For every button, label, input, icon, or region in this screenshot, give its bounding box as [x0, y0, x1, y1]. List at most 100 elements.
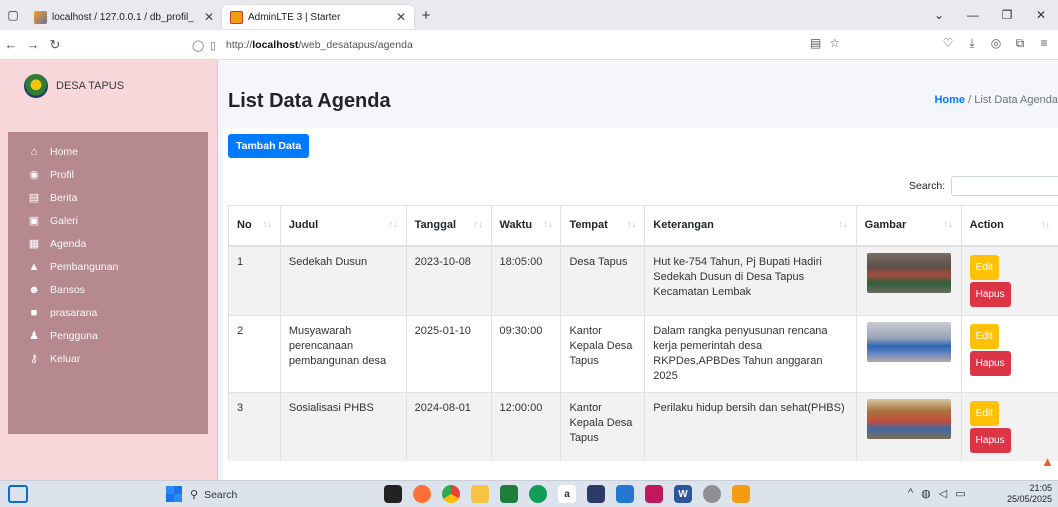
- column-header-waktu[interactable]: Waktu ↑↓: [490, 205, 561, 247]
- content-header: List Data Agenda Home / List Data Agenda: [218, 60, 1058, 126]
- content-wrapper: List Data Agenda Home / List Data Agenda…: [218, 60, 1058, 480]
- browser-tab-phpmyadmin[interactable]: localhost / 127.0.0.1 / db_profil_ ✕: [26, 5, 222, 29]
- forward-icon[interactable]: →: [22, 37, 44, 52]
- sidebar-item-agenda[interactable]: ▦ Agenda: [8, 232, 208, 255]
- edge-app-icon[interactable]: [529, 485, 547, 503]
- sidebar-item-label: Bansos: [50, 283, 86, 296]
- cell-action: Edit Hapus: [960, 245, 1058, 315]
- agenda-thumbnail: [866, 398, 951, 439]
- tab-label: localhost / 127.0.0.1 / db_profil_: [52, 11, 194, 23]
- column-header-action[interactable]: Action ↑↓: [960, 205, 1058, 247]
- menu-icon[interactable]: ≡: [1036, 36, 1052, 51]
- cell-action: Edit Hapus: [960, 391, 1058, 461]
- sidebar-item-pengguna[interactable]: ♟ Pengguna: [8, 324, 208, 347]
- cell-tempat: Kantor Kepala Desa Tapus: [560, 391, 645, 461]
- tray-chevron-icon[interactable]: ^: [908, 487, 913, 500]
- edit-button[interactable]: Edit: [969, 254, 999, 280]
- add-data-button[interactable]: Tambah Data: [228, 134, 310, 158]
- firefox-app-icon[interactable]: [413, 485, 431, 503]
- store-app-icon[interactable]: [500, 485, 518, 503]
- new-tab-icon[interactable]: +: [414, 7, 438, 24]
- extensions-icon[interactable]: ⧉: [1012, 36, 1028, 51]
- tab-list-chevron-icon[interactable]: ⌄: [922, 8, 956, 22]
- browser-tab-strip: ▢ localhost / 127.0.0.1 / db_profil_ ✕ A…: [0, 0, 1058, 30]
- edit-button[interactable]: Edit: [969, 323, 999, 349]
- adminlte-app-icon[interactable]: [732, 485, 750, 503]
- network-icon[interactable]: ◍: [921, 487, 931, 500]
- cell-action: Edit Hapus: [960, 314, 1058, 392]
- sort-icon: ↑↓: [943, 219, 953, 230]
- brand-link[interactable]: DESA TAPUS: [0, 60, 217, 126]
- agenda-card: Tambah Data Search: No ↑↓ Judul ↑↓ Tanggal…: [223, 128, 1058, 480]
- taskbar-search[interactable]: ⚲ Search: [190, 484, 370, 505]
- battery-icon[interactable]: ▭: [955, 487, 965, 500]
- breadcrumb: Home / List Data Agenda: [934, 94, 1058, 106]
- address-bar[interactable]: ◯ ▯ http://localhost/web_desatapus/agend…: [192, 33, 800, 57]
- breadcrumb-separator: /: [968, 94, 972, 106]
- edit-button[interactable]: Edit: [969, 400, 999, 426]
- browser-tab-adminlte[interactable]: AdminLTE 3 | Starter ✕: [222, 5, 414, 29]
- sidebar-item-keluar[interactable]: ⚷ Keluar: [8, 347, 208, 370]
- sidebar-item-bansos[interactable]: ☻ Bansos: [8, 278, 208, 301]
- sidebar-item-profil[interactable]: ◉ Profil: [8, 163, 208, 186]
- cell-waktu: 18:05:00: [490, 245, 561, 315]
- column-header-tempat[interactable]: Tempat ↑↓: [560, 205, 645, 247]
- tab-overview-icon[interactable]: ▢: [0, 0, 26, 30]
- windows-start-icon[interactable]: [166, 486, 182, 502]
- column-header-keterangan[interactable]: Keterangan ↑↓: [644, 205, 857, 247]
- calendar-icon: ▦: [28, 238, 40, 250]
- clock-date: 25/05/2025: [1006, 494, 1052, 504]
- column-header-no[interactable]: No ↑↓: [228, 205, 281, 247]
- restore-icon[interactable]: ❐: [990, 8, 1024, 22]
- cell-gambar: [855, 314, 962, 392]
- delete-button[interactable]: Hapus: [969, 427, 1011, 453]
- cell-gambar: [855, 245, 962, 315]
- sidebar-item-home[interactable]: ⌂ Home: [8, 140, 208, 163]
- sidebar-item-pembangunan[interactable]: ▲ Pembangunan: [8, 255, 208, 278]
- amazon-app-icon[interactable]: a: [558, 485, 576, 503]
- widgets-icon[interactable]: [8, 485, 28, 503]
- column-header-gambar[interactable]: Gambar ↑↓: [855, 205, 962, 247]
- tracking-shield-icon[interactable]: ◯: [192, 39, 210, 52]
- reload-icon[interactable]: ↻: [44, 37, 66, 53]
- account-icon[interactable]: ◎: [988, 36, 1004, 51]
- sidebar-item-prasarana[interactable]: ■ prasarana: [8, 301, 208, 324]
- breadcrumb-home-link[interactable]: Home: [934, 94, 965, 106]
- back-icon[interactable]: ←: [0, 37, 22, 52]
- bookmark-star-icon[interactable]: ☆: [829, 36, 840, 50]
- sidebar-item-berita[interactable]: ▤ Berita: [8, 186, 208, 209]
- minimize-icon[interactable]: —: [956, 8, 990, 22]
- page-info-icon[interactable]: ▯: [210, 39, 226, 52]
- sidebar-item-galeri[interactable]: ▣ Galeri: [8, 209, 208, 232]
- pocket-icon[interactable]: ♡: [940, 36, 956, 51]
- taskbar-clock[interactable]: 21:05 25/05/2025: [1007, 483, 1052, 505]
- settings-app-icon[interactable]: [703, 485, 721, 503]
- volume-icon[interactable]: ◁: [939, 487, 947, 500]
- download-icon[interactable]: ⤓: [964, 36, 980, 51]
- terminal-app-icon[interactable]: [384, 485, 402, 503]
- delete-button[interactable]: Hapus: [969, 350, 1011, 376]
- cell-tempat: Desa Tapus: [560, 245, 645, 315]
- word-app-icon[interactable]: W: [674, 485, 692, 503]
- dropbox-app-icon[interactable]: [587, 485, 605, 503]
- search-input[interactable]: [951, 176, 1058, 196]
- sidebar-item-label: Keluar: [50, 352, 81, 365]
- file-explorer-app-icon[interactable]: [471, 485, 489, 503]
- key-icon: ⚷: [29, 353, 39, 365]
- delete-button[interactable]: Hapus: [969, 281, 1011, 307]
- sidebar: DESA TAPUS ⌂ Home ◉ Profil ▤ Berita ▣ Galeri…: [0, 60, 218, 480]
- reader-view-icon[interactable]: ▤: [810, 36, 821, 50]
- column-header-judul[interactable]: Judul ↑↓: [279, 205, 407, 247]
- tab-close-icon[interactable]: ✕: [204, 10, 214, 24]
- cell-tempat: Kantor Kepala Desa Tapus: [560, 314, 645, 392]
- image-icon: ▣: [28, 215, 40, 227]
- tab-close-icon[interactable]: ✕: [396, 10, 406, 24]
- column-header-tanggal[interactable]: Tanggal ↑↓: [405, 205, 491, 247]
- agenda-table: No ↑↓ Judul ↑↓ Tanggal ↑↓ Waktu ↑↓ Tempat ↑↓ …: [228, 205, 1058, 461]
- user-icon: ♟: [29, 330, 39, 342]
- user-circle-icon: ◉: [29, 169, 39, 181]
- chrome-app-icon[interactable]: [442, 485, 460, 503]
- close-window-icon[interactable]: ✕: [1024, 8, 1058, 22]
- vscode-app-icon[interactable]: [616, 485, 634, 503]
- media-app-icon[interactable]: [645, 485, 663, 503]
